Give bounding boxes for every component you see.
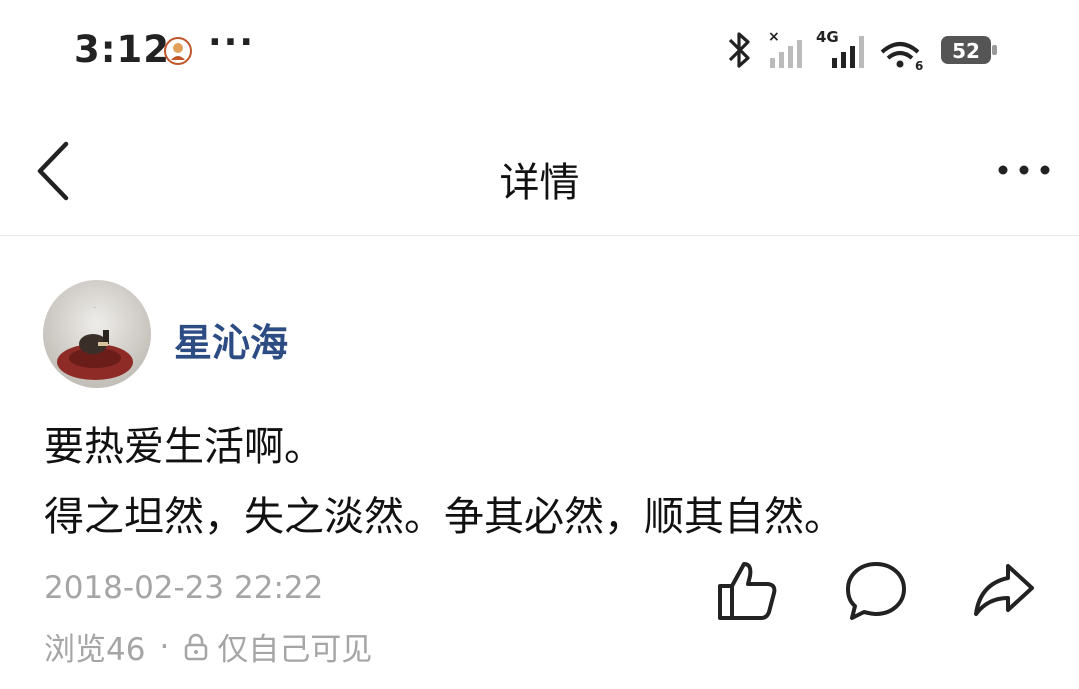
signal-4g-icon: 4G <box>816 28 864 68</box>
status-more-dots: ··· <box>208 22 256 63</box>
wifi-icon: 6 <box>880 42 923 72</box>
status-time: 3:12 <box>74 28 171 71</box>
share-icon[interactable] <box>972 558 1036 622</box>
comment-icon[interactable] <box>844 558 908 622</box>
notification-app-icon <box>164 37 192 65</box>
author-name[interactable]: 星沁海 <box>174 312 288 367</box>
post-meta: 浏览46 · 仅自己可见 <box>44 624 372 669</box>
view-count: 浏览46 <box>44 632 146 668</box>
visibility-label: 仅自己可见 <box>217 632 373 668</box>
avatar[interactable]: · <box>43 280 151 388</box>
post-text-line: 要热爱生活啊。 <box>44 424 324 470</box>
post-timestamp: 2018-02-23 22:22 <box>44 570 324 606</box>
post-text-line: 得之坦然，失之淡然。争其必然，顺其自然。 <box>44 494 844 540</box>
page-title: 详情 <box>499 160 580 206</box>
signal-icon: × <box>768 29 802 68</box>
meta-separator: · <box>159 628 170 665</box>
status-bar: 3:12 ··· × 4G 6 52 <box>0 0 1079 100</box>
svg-text:×: × <box>768 29 780 45</box>
svg-text:·: · <box>94 305 96 312</box>
svg-text:52: 52 <box>952 39 980 63</box>
lock-icon <box>185 633 208 660</box>
like-icon[interactable] <box>716 558 780 622</box>
system-icons: × 4G 6 <box>728 28 923 72</box>
bluetooth-icon <box>728 32 750 68</box>
svg-text:6: 6 <box>915 59 923 72</box>
nav-bar: 详情 <box>0 110 1079 236</box>
battery-icon: 52 <box>941 36 997 64</box>
svg-text:4G: 4G <box>816 28 839 46</box>
more-icon[interactable] <box>995 160 1053 180</box>
